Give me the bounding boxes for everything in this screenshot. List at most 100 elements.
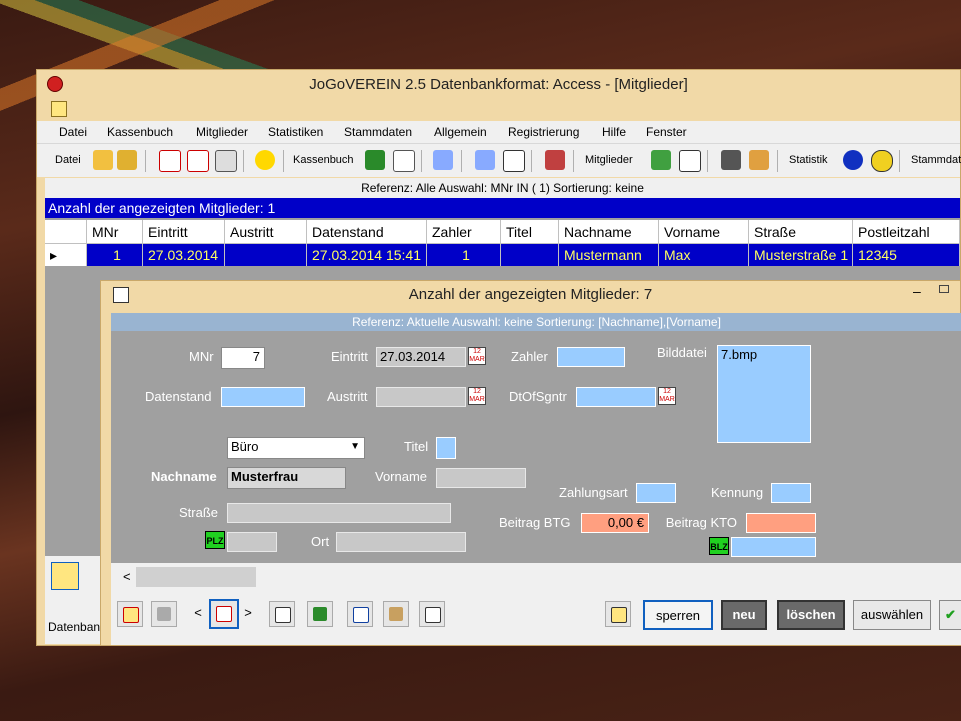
smiley-icon[interactable]	[255, 150, 275, 170]
previous-record-button[interactable]: <	[191, 601, 205, 627]
blz-badge[interactable]: BLZ	[709, 537, 729, 555]
eintritt-field[interactable]: 27.03.2014	[376, 347, 466, 367]
table-cell[interactable]: Mustermann	[559, 244, 659, 266]
calendar-button[interactable]	[209, 599, 239, 629]
member-info-button[interactable]	[117, 601, 143, 627]
mnr-field[interactable]: 7	[221, 347, 265, 369]
column-header[interactable]: Vorname	[659, 220, 749, 243]
plz-badge[interactable]: PLZ	[205, 531, 225, 549]
next-record-button[interactable]: >	[241, 601, 255, 627]
table-cell[interactable]	[225, 244, 307, 266]
toolbar-stammdaten-label[interactable]: Stammdaten	[911, 154, 961, 166]
info-yellow-icon[interactable]	[871, 150, 893, 172]
calendar-icon[interactable]: 12 MAR	[658, 387, 676, 405]
paste-button[interactable]	[383, 601, 409, 627]
menu-mitglieder[interactable]: Mitglieder	[196, 125, 248, 139]
anrede-select[interactable]: Büro ▼	[227, 437, 365, 459]
members-count-icon[interactable]	[433, 150, 453, 170]
edit-document-icon[interactable]	[393, 150, 415, 172]
copy-button[interactable]	[347, 601, 373, 627]
nachname-field[interactable]: Musterfrau	[227, 467, 346, 489]
toolbar-mitglieder-label[interactable]: Mitglieder	[585, 154, 633, 166]
column-header[interactable]: Postleitzahl	[853, 220, 960, 243]
sperren-button[interactable]: sperren	[643, 600, 713, 630]
neu-button[interactable]: neu	[721, 600, 767, 630]
scroll-left-arrow[interactable]: <	[123, 569, 131, 584]
member-form-icon[interactable]	[51, 562, 79, 590]
bilddatei-field[interactable]: 7.bmp	[717, 345, 811, 443]
strasse-field[interactable]	[227, 503, 451, 523]
table-cell[interactable]: Max	[659, 244, 749, 266]
loeschen-button[interactable]: löschen	[777, 600, 845, 630]
table-cell[interactable]: 27.03.2014	[143, 244, 225, 266]
column-header[interactable]: MNr	[87, 220, 143, 243]
toolbar-datei-label[interactable]: Datei	[55, 154, 81, 166]
menu-allgemein[interactable]: Allgemein	[434, 125, 487, 139]
book-button[interactable]	[307, 601, 333, 627]
menu-hilfe[interactable]: Hilfe	[602, 125, 626, 139]
members-list-icon[interactable]	[475, 150, 495, 170]
people-icon[interactable]	[749, 150, 769, 170]
sort-button[interactable]	[419, 601, 445, 627]
open-folder-icon[interactable]	[93, 150, 113, 170]
table-cell[interactable]: 1	[87, 244, 143, 266]
menu-fenster[interactable]: Fenster	[646, 125, 687, 139]
table-view-button[interactable]	[269, 601, 295, 627]
confirm-check-button[interactable]: ✔	[939, 600, 961, 630]
column-header[interactable]: Zahler	[427, 220, 501, 243]
menu-statistiken[interactable]: Statistiken	[268, 125, 323, 139]
dtofsgntr-field[interactable]	[576, 387, 656, 407]
datenstand-field[interactable]	[221, 387, 305, 407]
table-cell[interactable]: 1	[427, 244, 501, 266]
vorname-field[interactable]	[436, 468, 526, 488]
plz-field[interactable]	[227, 532, 277, 552]
cash-register-icon[interactable]	[187, 150, 209, 172]
column-header[interactable]: Straße	[749, 220, 853, 243]
column-header[interactable]: Austritt	[225, 220, 307, 243]
zahlungsart-field[interactable]	[636, 483, 676, 503]
books-icon[interactable]	[545, 150, 565, 170]
plan-icon[interactable]	[503, 150, 525, 172]
austritt-field[interactable]	[376, 387, 466, 407]
beitrag-kto-field[interactable]	[746, 513, 816, 533]
book-icon[interactable]	[365, 150, 385, 170]
kennung-field[interactable]	[771, 483, 811, 503]
document-icon[interactable]	[51, 101, 67, 117]
maximize-button[interactable]	[939, 285, 949, 293]
list-icon[interactable]	[159, 150, 181, 172]
info-icon[interactable]	[843, 150, 863, 170]
minimize-button[interactable]: –	[913, 283, 921, 299]
table-cell[interactable]: 27.03.2014 15:41	[307, 244, 427, 266]
menu-kassenbuch[interactable]: Kassenbuch	[107, 125, 173, 139]
column-header[interactable]: Nachname	[559, 220, 659, 243]
toolbar-kassenbuch-label[interactable]: Kassenbuch	[293, 154, 354, 166]
member-sheet-button[interactable]	[605, 601, 631, 627]
member-grid-icon[interactable]	[679, 150, 701, 172]
titel-field[interactable]	[436, 437, 456, 459]
ort-field[interactable]	[336, 532, 466, 552]
calendar-icon[interactable]: 12 MAR	[468, 387, 486, 405]
toolbar-statistik-label[interactable]: Statistik	[789, 154, 828, 166]
blz-field[interactable]	[731, 537, 816, 557]
auswaehlen-button[interactable]: auswählen	[853, 600, 931, 630]
table-cell[interactable]: Musterstraße 1	[749, 244, 853, 266]
column-header[interactable]: Datenstand	[307, 220, 427, 243]
table-cell[interactable]: 12345	[853, 244, 960, 266]
horizontal-scrollbar-thumb[interactable]	[136, 567, 256, 587]
beitrag-btg-field[interactable]: 0,00 €	[581, 513, 649, 533]
member-card-button[interactable]	[151, 601, 177, 627]
table-cell[interactable]	[501, 244, 559, 266]
member-card-icon[interactable]	[651, 150, 671, 170]
zahler-field[interactable]	[557, 347, 625, 367]
calculator-icon[interactable]	[215, 150, 237, 172]
menu-registrierung[interactable]: Registrierung	[508, 125, 579, 139]
calendar-icon[interactable]: 12 MAR	[468, 347, 486, 365]
menu-datei[interactable]: Datei	[59, 125, 87, 139]
folder-up-icon[interactable]	[117, 150, 137, 170]
column-header[interactable]: Eintritt	[143, 220, 225, 243]
app-icon[interactable]	[47, 76, 63, 92]
column-header[interactable]: Titel	[501, 220, 559, 243]
binoculars-icon[interactable]	[721, 150, 741, 170]
menu-stammdaten[interactable]: Stammdaten	[344, 125, 412, 139]
table-row[interactable]: ▸ 1 27.03.2014 27.03.2014 15:41 1 Muster…	[45, 244, 960, 266]
